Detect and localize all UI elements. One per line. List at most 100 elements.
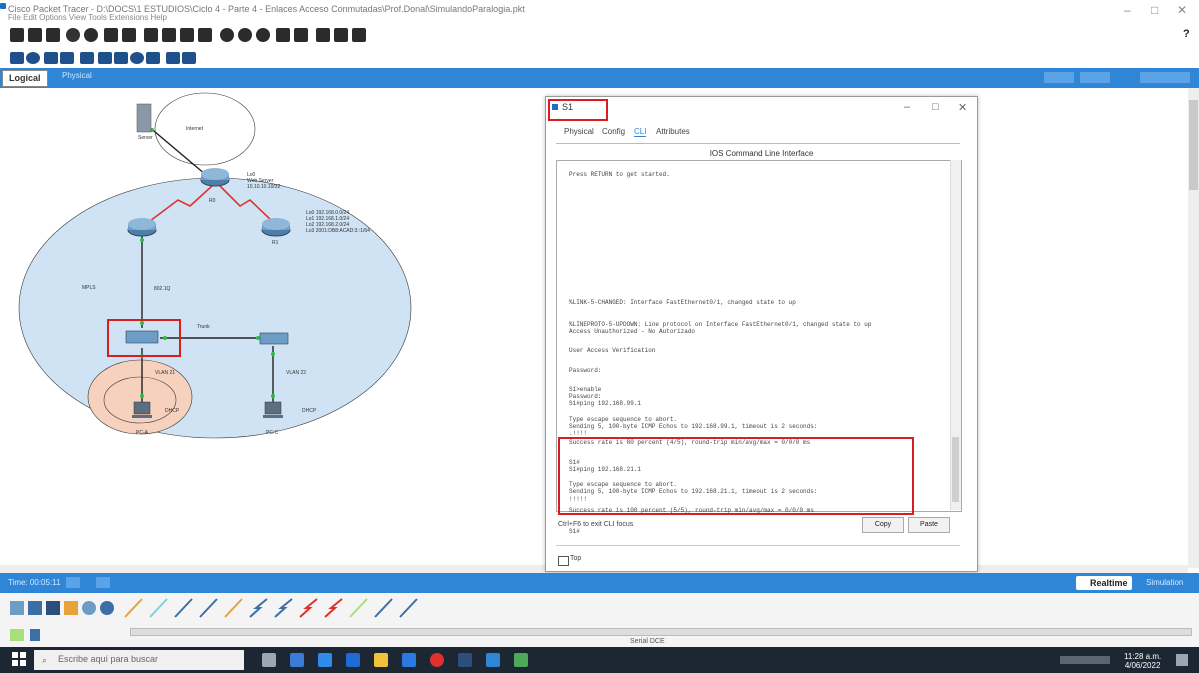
paste-icon[interactable] xyxy=(162,28,176,42)
window-close-icon[interactable]: ✕ xyxy=(958,101,967,114)
taskbar-clock[interactable]: 11:28 a.m. 4/06/2022 xyxy=(1124,652,1161,670)
store-icon[interactable] xyxy=(346,653,360,667)
windows-start-icon[interactable] xyxy=(12,652,26,666)
menu-bar[interactable]: File Edit Options View Tools Extensions … xyxy=(8,13,167,22)
fast-forward-icon[interactable] xyxy=(96,577,110,588)
inspect-icon[interactable] xyxy=(26,52,40,64)
edge-icon[interactable] xyxy=(290,653,304,667)
cli-header: IOS Command Line Interface xyxy=(709,149,814,158)
components-icon[interactable] xyxy=(46,601,60,615)
cable-types[interactable] xyxy=(120,597,440,619)
tab-logical[interactable]: Logical xyxy=(2,70,48,87)
pc-a-icon xyxy=(133,401,151,415)
selected-category-icon[interactable] xyxy=(10,629,24,641)
multiuser-icon[interactable] xyxy=(100,601,114,615)
terminal-line: %LINK-5-CHANGED: Interface FastEthernet0… xyxy=(569,299,796,306)
r1-info-3: Lo3 2001:DB8:ACAD:3::1/64 xyxy=(306,228,370,234)
list-icon[interactable] xyxy=(334,28,348,42)
teams-icon[interactable] xyxy=(486,653,500,667)
ellipse-icon[interactable] xyxy=(130,52,144,64)
mode-button[interactable] xyxy=(1140,72,1190,83)
freeform-icon[interactable] xyxy=(146,52,160,64)
pdu-icon[interactable] xyxy=(316,28,330,42)
status-bar: Time: 00:05:11 Realtime Simulation xyxy=(0,573,1199,593)
copy-icon[interactable] xyxy=(144,28,158,42)
resize-icon[interactable] xyxy=(60,52,74,64)
tab-cli[interactable]: CLI xyxy=(634,127,647,137)
close-icon[interactable]: ✕ xyxy=(1177,3,1187,17)
network-info-icon[interactable] xyxy=(352,28,366,42)
rectangle-icon[interactable] xyxy=(114,52,128,64)
help-icon[interactable]: ? xyxy=(1183,28,1190,40)
window-maximize-icon[interactable]: □ xyxy=(932,101,939,113)
pc-c-label: PC-C xyxy=(266,430,279,436)
end-devices-icon[interactable] xyxy=(28,601,42,615)
vlan-right-label: VLAN 22 xyxy=(286,370,307,376)
note-icon[interactable] xyxy=(80,52,94,64)
select-icon[interactable] xyxy=(10,52,24,64)
edit-toolbar xyxy=(0,50,1199,68)
realtime-button[interactable]: Realtime xyxy=(1076,576,1132,590)
tab-physical-device[interactable]: Physical xyxy=(564,127,594,136)
active-app-icon[interactable] xyxy=(514,653,528,667)
terminal-line: S1>enable xyxy=(569,386,602,393)
complex-pdu-icon[interactable] xyxy=(182,52,196,64)
task-view-icon[interactable] xyxy=(262,653,276,667)
server-label: Server xyxy=(138,135,153,141)
server-icon xyxy=(136,103,152,133)
info-icon[interactable] xyxy=(84,28,98,42)
r0-info-2: 10.10.10.10/32 xyxy=(247,184,281,190)
window-minimize-icon[interactable]: – xyxy=(904,101,910,113)
zoom-reset-icon[interactable] xyxy=(238,28,252,42)
misc-icon[interactable] xyxy=(82,601,96,615)
tab-config[interactable]: Config xyxy=(602,127,625,136)
user-icon[interactable] xyxy=(122,28,136,42)
custom-device-icon[interactable] xyxy=(294,28,308,42)
switch-s1-icon xyxy=(125,330,159,344)
tab-physical[interactable]: Physical xyxy=(62,71,92,80)
palette-icon[interactable] xyxy=(276,28,290,42)
top-checkbox[interactable] xyxy=(558,556,569,566)
mail-icon[interactable] xyxy=(402,653,416,667)
notification-icon[interactable] xyxy=(1176,654,1188,666)
r1-label: R1 xyxy=(272,240,279,246)
system-tray-icons[interactable] xyxy=(1060,656,1110,664)
windows-taskbar: ⌕ Escribe aquí para buscar 11:28 a.m. 4/… xyxy=(0,647,1199,673)
viewport-button[interactable] xyxy=(1080,72,1110,83)
save-icon[interactable] xyxy=(46,28,60,42)
file-explorer-icon[interactable] xyxy=(374,653,388,667)
power-cycle-icon[interactable] xyxy=(66,577,80,588)
maximize-icon[interactable]: □ xyxy=(1151,3,1158,17)
simulation-button[interactable]: Simulation xyxy=(1146,578,1183,587)
open-icon[interactable] xyxy=(28,28,42,42)
device-window: S1 – □ ✕ Physical Config CLI Attributes … xyxy=(545,96,978,572)
new-icon[interactable] xyxy=(10,28,24,42)
dhcp-label: DHCP xyxy=(165,408,180,414)
copy-button[interactable]: Copy xyxy=(862,517,904,533)
connections-icon[interactable] xyxy=(64,601,78,615)
simple-pdu-icon[interactable] xyxy=(166,52,180,64)
undo-icon[interactable] xyxy=(180,28,194,42)
line-icon[interactable] xyxy=(98,52,112,64)
terminal-line: Press RETURN to get started. xyxy=(569,171,670,178)
chrome-icon[interactable] xyxy=(430,653,444,667)
delete-icon[interactable] xyxy=(44,52,58,64)
minimize-icon[interactable]: – xyxy=(1124,3,1131,17)
activity-icon[interactable] xyxy=(104,28,118,42)
device-panel-scrollbar[interactable] xyxy=(130,628,1192,636)
terminal-line: .!!!! xyxy=(569,430,588,437)
terminal-scroll-thumb[interactable] xyxy=(952,437,959,502)
network-devices-icon[interactable] xyxy=(10,601,24,615)
browser-icon[interactable] xyxy=(318,653,332,667)
gear-icon[interactable] xyxy=(66,28,80,42)
packet-tracer-taskbar-icon[interactable] xyxy=(458,653,472,667)
subcategory-icon[interactable] xyxy=(30,629,40,641)
search-icon: ⌕ xyxy=(42,655,48,665)
workspace-scroll-thumb[interactable] xyxy=(1189,100,1198,190)
tab-attributes[interactable]: Attributes xyxy=(656,127,690,136)
zoom-in-icon[interactable] xyxy=(220,28,234,42)
paste-button[interactable]: Paste xyxy=(908,517,950,533)
redo-icon[interactable] xyxy=(198,28,212,42)
root-button[interactable] xyxy=(1044,72,1074,83)
zoom-out-icon[interactable] xyxy=(256,28,270,42)
